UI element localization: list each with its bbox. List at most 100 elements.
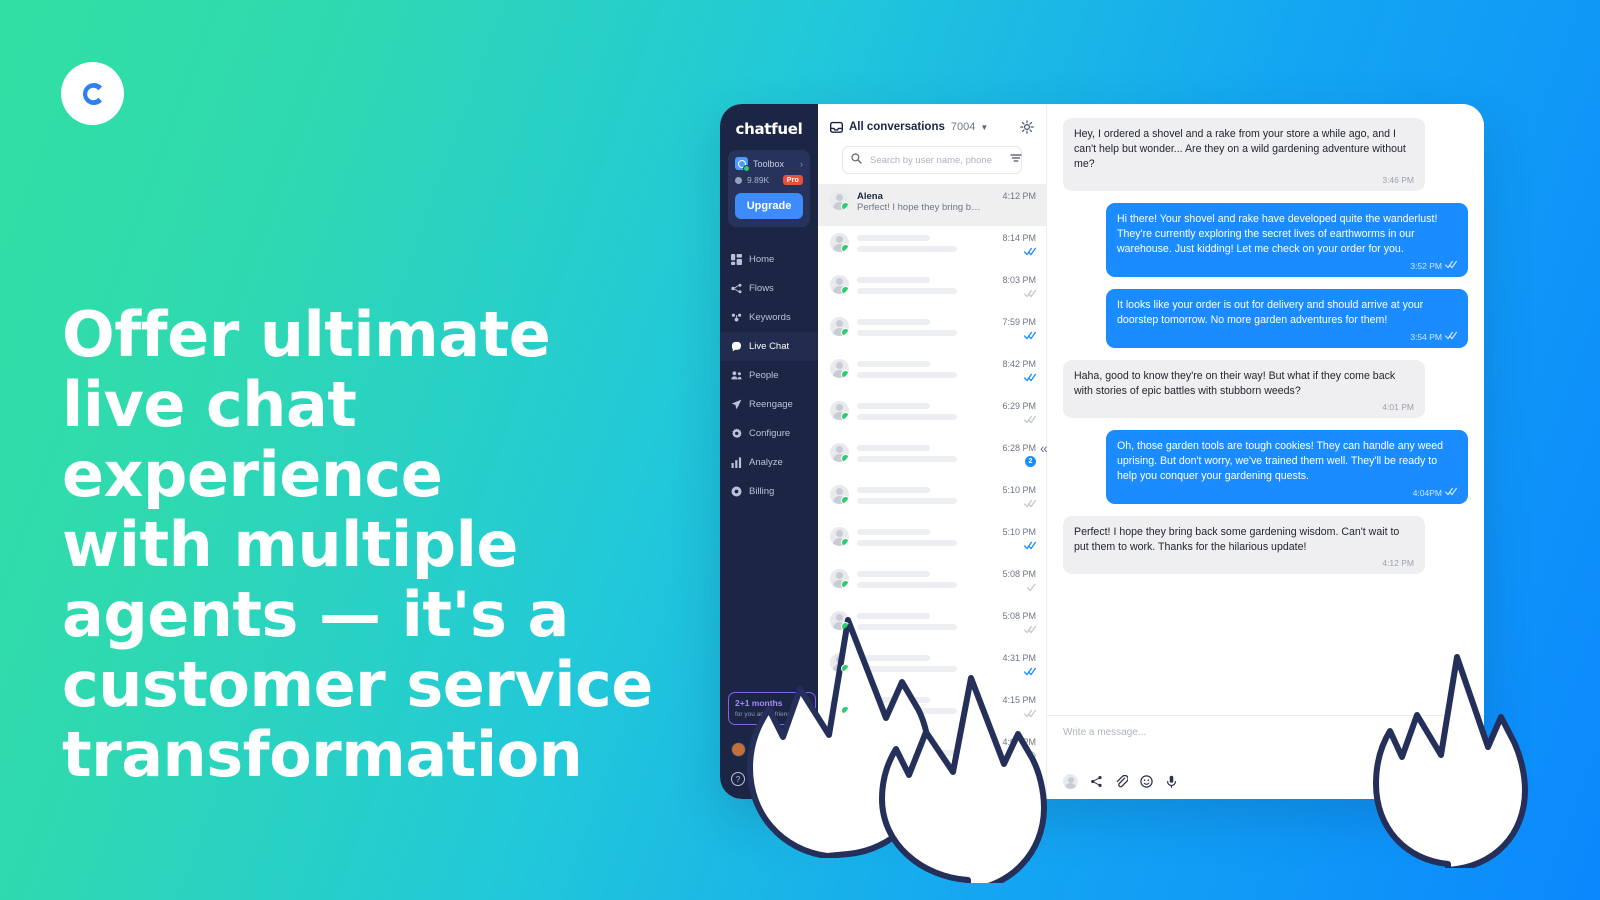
conversation-status-icon	[990, 541, 1036, 550]
conversation-status-icon	[990, 247, 1036, 256]
conversation-title-row[interactable]: All conversations 7004 ▼	[829, 120, 1034, 134]
conversation-row[interactable]: 8:03 PM	[818, 268, 1046, 310]
attachment-icon[interactable]	[1115, 774, 1129, 788]
online-dot-icon	[743, 165, 750, 172]
conversation-time: 5:08 PM	[1002, 611, 1036, 621]
flows-icon	[731, 283, 742, 294]
read-receipt-icon	[1445, 260, 1457, 271]
conversation-time: 7:59 PM	[1002, 317, 1036, 327]
avatar	[830, 653, 849, 672]
help-label: Help	[751, 774, 770, 784]
skeleton-line	[857, 655, 930, 661]
skeleton-line	[857, 582, 957, 588]
toolbox-card[interactable]: Toolbox › 9.89K Pro Upgrade	[728, 150, 810, 227]
conversation-row[interactable]: 4:15 PM	[818, 688, 1046, 730]
conversation-row[interactable]: 6:28 PM 2	[818, 436, 1046, 478]
conversation-row[interactable]: 6:29 PM	[818, 394, 1046, 436]
online-status-icon	[841, 622, 849, 630]
skeleton-line	[857, 739, 930, 745]
conversation-row[interactable]: 8:14 PM	[818, 226, 1046, 268]
toolbox-usage-row: 9.89K Pro	[735, 175, 803, 185]
skeleton-line	[857, 613, 930, 619]
conversation-row[interactable]: 5:08 PM	[818, 604, 1046, 646]
billing-icon	[731, 486, 742, 497]
chevron-right-icon: ›	[800, 158, 803, 169]
sidebar-item-analyze[interactable]: Analyze	[720, 448, 818, 477]
message-composer[interactable]: Write a message...	[1047, 715, 1484, 799]
chat-message-meta: 3:52 PM	[1117, 260, 1457, 271]
skeleton-line	[857, 277, 930, 283]
sidebar-item-flows[interactable]: Flows	[720, 274, 818, 303]
sidebar-item-home[interactable]: Home	[720, 245, 818, 274]
conversation-time: 5:08 PM	[1002, 569, 1036, 579]
conversation-row[interactable]: 2:50 PM	[818, 772, 1046, 799]
avatar	[830, 317, 849, 336]
sidebar-item-keywords[interactable]: Keywords	[720, 303, 818, 332]
avatar	[830, 527, 849, 546]
collapse-panel-button[interactable]: «	[1040, 440, 1048, 456]
conversation-preview	[857, 527, 982, 546]
conversation-list[interactable]: Alena Perfect! I hope they bring back... 4…	[818, 184, 1046, 799]
promo-box[interactable]: 2+1 months for you and a friend	[728, 692, 816, 725]
conversation-row[interactable]: Alena Perfect! I hope they bring back... 4…	[818, 184, 1046, 226]
conversation-time: 5:10 PM	[1002, 485, 1036, 495]
skeleton-line	[857, 361, 930, 367]
filter-icon[interactable]	[1010, 151, 1022, 169]
conversation-row[interactable]: 7:59 PM	[818, 310, 1046, 352]
conversation-time: 2:50 PM	[1002, 779, 1036, 789]
people-icon	[731, 370, 742, 381]
conversation-row[interactable]: 4:03 PM	[818, 730, 1046, 772]
analyze-icon	[731, 457, 742, 468]
chat-message-text: Perfect! I hope they bring back some gar…	[1074, 526, 1400, 553]
sidebar-item-live-chat[interactable]: Live Chat	[720, 332, 818, 361]
chat-message-text: Oh, those garden tools are tough cookies…	[1117, 440, 1444, 482]
unread-count-badge: 2	[1025, 456, 1036, 467]
sidebar-help[interactable]: ? Help	[731, 772, 770, 786]
conversation-preview	[857, 275, 982, 294]
conversation-row[interactable]: 4:31 PM	[818, 646, 1046, 688]
conversation-status-icon	[990, 205, 1036, 214]
conversation-row[interactable]: 5:10 PM	[818, 520, 1046, 562]
conversation-filter-title: All conversations	[849, 121, 945, 133]
skeleton-line	[857, 445, 930, 451]
avatar	[830, 401, 849, 420]
sidebar-user[interactable]	[731, 742, 746, 757]
emoji-icon[interactable]	[1140, 775, 1153, 788]
toolbox-row[interactable]: Toolbox ›	[735, 157, 803, 172]
conversation-time: 4:03 PM	[1002, 737, 1036, 747]
chat-message-bubble: Haha, good to know they're on their way!…	[1063, 360, 1425, 418]
conversation-row[interactable]: 8:42 PM	[818, 352, 1046, 394]
avatar	[830, 233, 849, 252]
sidebar-item-reengage[interactable]: Reengage	[720, 390, 818, 419]
sidebar-item-label: Analyze	[749, 457, 783, 468]
avatar	[830, 485, 849, 504]
sidebar-item-people[interactable]: People	[720, 361, 818, 390]
conversation-meta: 8:14 PM	[990, 233, 1036, 256]
chevron-down-icon[interactable]: ▼	[980, 123, 988, 132]
message-input-placeholder[interactable]: Write a message...	[1063, 727, 1468, 738]
chat-message-meta: 4:04PM	[1117, 487, 1457, 498]
conversation-row[interactable]: 5:08 PM	[818, 562, 1046, 604]
skeleton-line	[857, 697, 930, 703]
avatar	[830, 611, 849, 630]
skeleton-line	[857, 529, 930, 535]
toolbox-avatar-icon	[735, 157, 750, 172]
chat-message-text: Haha, good to know they're on their way!…	[1074, 370, 1396, 397]
conversation-meta: 6:28 PM 2	[990, 443, 1036, 467]
conversation-time: 4:31 PM	[1002, 653, 1036, 663]
upgrade-button[interactable]: Upgrade	[735, 193, 803, 219]
skeleton-line	[857, 235, 930, 241]
conversation-row[interactable]: 5:10 PM	[818, 478, 1046, 520]
chat-message-text: Hey, I ordered a shovel and a rake from …	[1074, 128, 1406, 170]
microphone-icon[interactable]	[1165, 775, 1178, 788]
sidebar-item-billing[interactable]: Billing	[720, 477, 818, 506]
gear-icon[interactable]	[1020, 120, 1034, 134]
share-icon[interactable]	[1090, 775, 1103, 788]
search-input[interactable]	[868, 153, 1004, 167]
sidebar-item-configure[interactable]: Configure	[720, 419, 818, 448]
skeleton-line	[857, 781, 930, 787]
sidebar-item-label: Keywords	[749, 312, 791, 323]
conversation-preview	[857, 653, 982, 672]
search-box[interactable]	[842, 146, 1022, 174]
conversation-meta: 8:03 PM	[990, 275, 1036, 298]
